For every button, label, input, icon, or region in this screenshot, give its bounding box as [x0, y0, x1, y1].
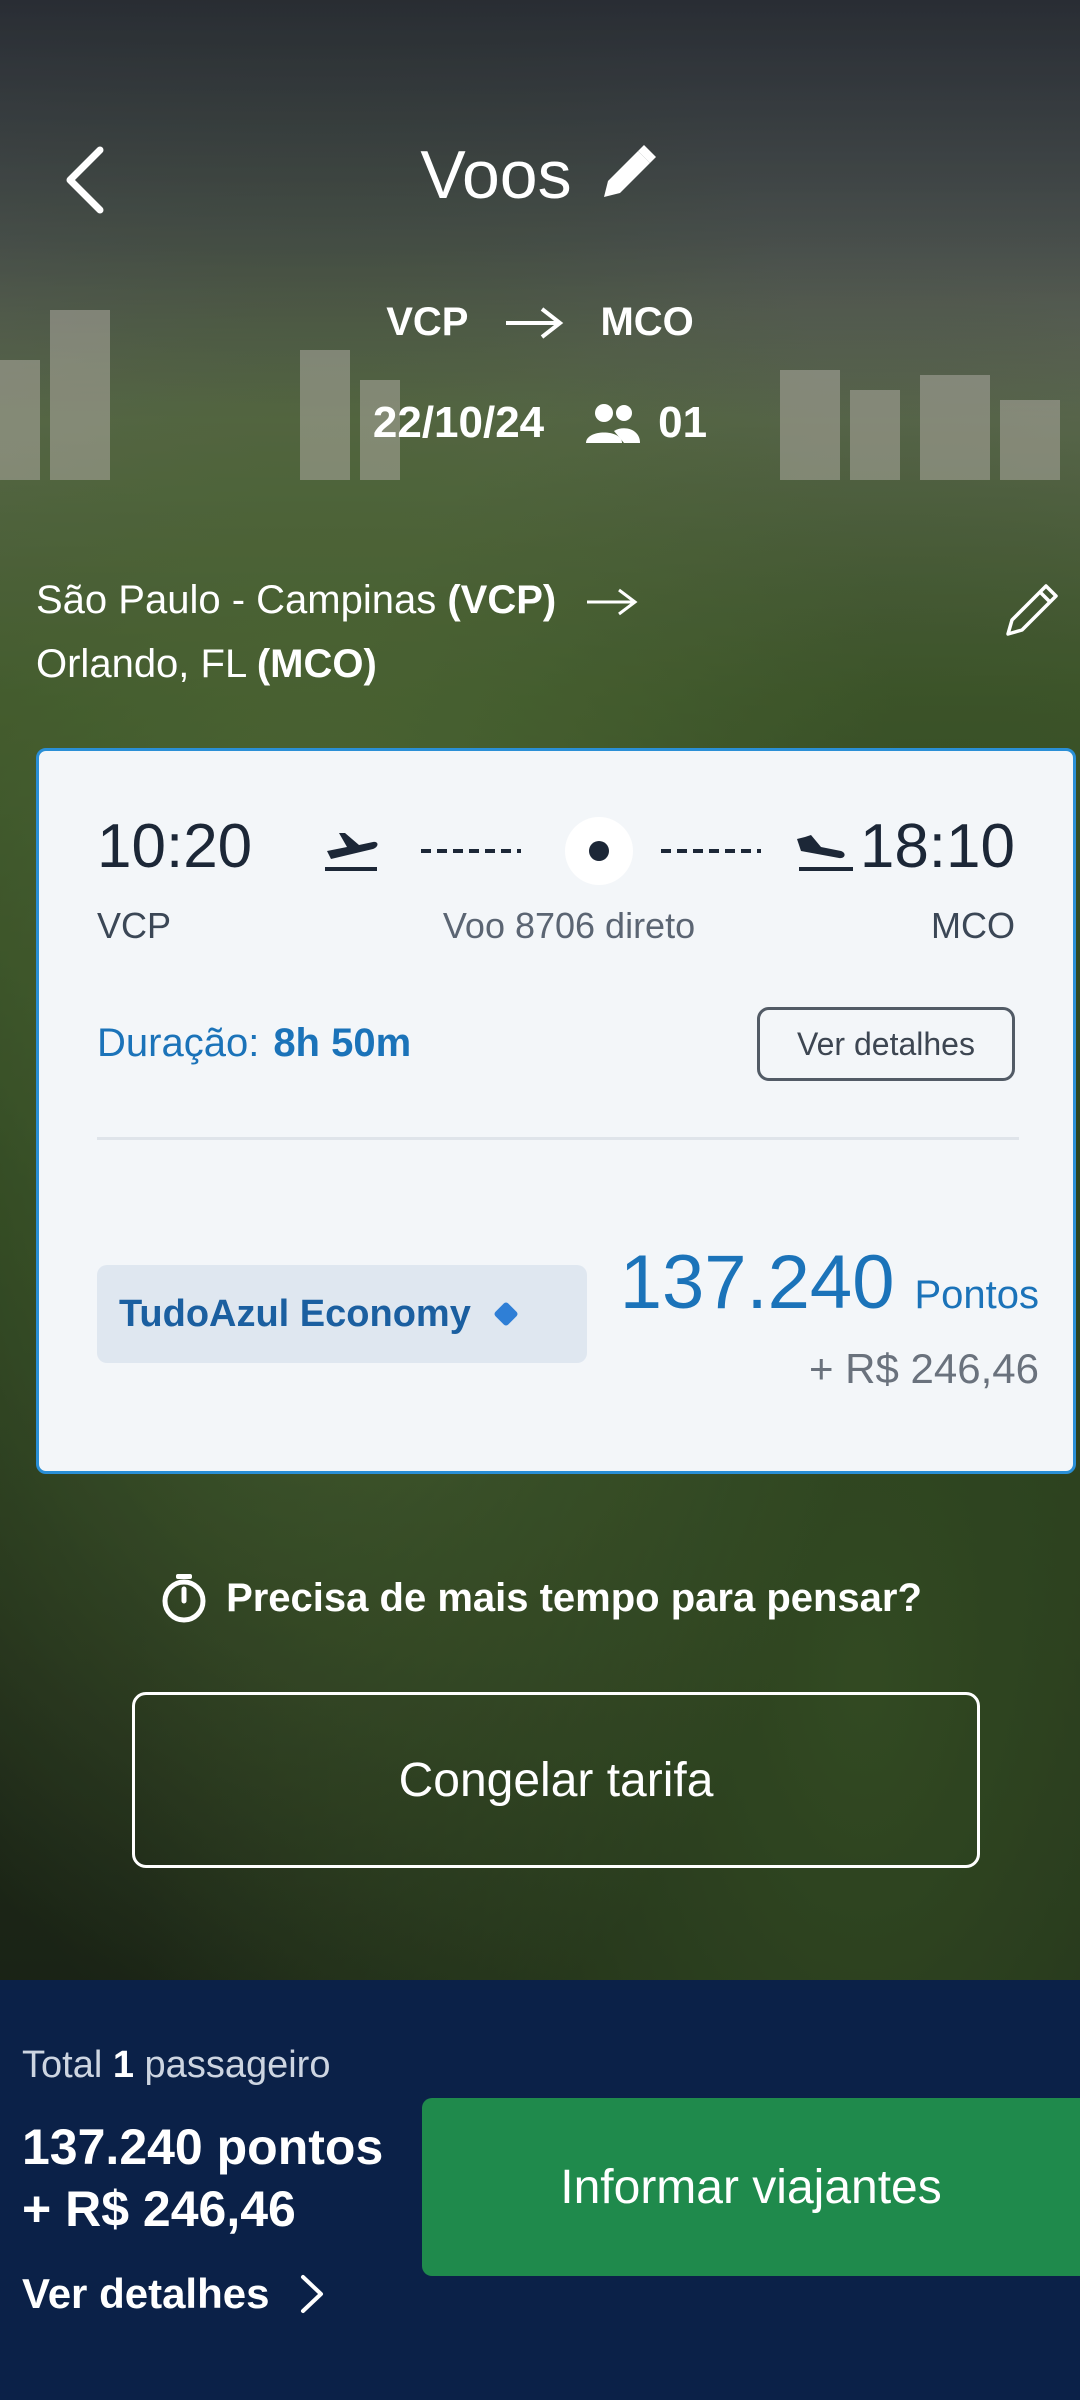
inform-travelers-button[interactable]: Informar viajantes	[422, 2098, 1080, 2276]
destination-city-code: (MCO)	[256, 642, 377, 686]
fare-name: TudoAzul Economy	[119, 1292, 471, 1335]
arrival-time: 18:10	[859, 812, 1015, 881]
flight-path	[325, 817, 853, 885]
origin-city: São Paulo - Campinas	[36, 578, 437, 622]
page-title: Voos	[420, 137, 572, 213]
page-header: Voos	[0, 130, 1080, 220]
edit-route-button[interactable]	[1002, 578, 1064, 640]
points-value: 137.240	[619, 1240, 895, 1325]
duration-value: 8h 50m	[273, 1021, 412, 1065]
arrow-right-icon	[587, 589, 638, 616]
diamond-icon	[494, 1302, 518, 1326]
cash-addon: + R$ 246,46	[808, 1345, 1039, 1392]
total-cash: + R$ 246,46	[22, 2181, 296, 2237]
freeze-fare-button[interactable]: Congelar tarifa	[132, 1692, 980, 1868]
total-suffix: passageiro	[144, 2044, 331, 2086]
route-codes: VCP MCO	[0, 300, 1080, 345]
view-details-label: Ver detalhes	[22, 2270, 270, 2317]
view-details-link[interactable]: Ver detalhes	[22, 2270, 325, 2318]
origin-code: VCP	[386, 300, 469, 344]
stopwatch-icon	[162, 1574, 206, 1623]
duration-label: Duração:	[97, 1021, 260, 1065]
checkout-bar: Total 1 passageiro 137.240 pontos + R$ 2…	[0, 1980, 1080, 2400]
destination-code: MCO	[600, 300, 694, 344]
divider	[97, 1137, 1019, 1140]
total-points: 137.240 pontos	[22, 2119, 384, 2175]
passenger-count: 01	[584, 398, 707, 448]
travel-date: 22/10/24	[372, 398, 545, 447]
arrow-right-icon	[506, 306, 564, 339]
duration: Duração: 8h 50m	[97, 1021, 411, 1066]
flight-number: Voo 8706 direto	[442, 905, 696, 946]
total-passengers: Total 1 passageiro	[22, 2044, 330, 2087]
freeze-prompt: Precisa de mais tempo para pensar?	[0, 1572, 1080, 1624]
takeoff-icon	[325, 833, 378, 871]
freeze-question: Precisa de mais tempo para pensar?	[226, 1575, 922, 1620]
passenger-count-value: 01	[658, 398, 708, 447]
points-unit: Pontos	[914, 1273, 1039, 1317]
departure-time: 10:20	[97, 812, 253, 881]
origin-city-code: (VCP)	[447, 578, 557, 622]
points-price: 137.240 Pontos	[620, 1239, 1039, 1326]
destination-city: Orlando, FL	[36, 642, 246, 686]
total-prefix: Total	[22, 2044, 103, 2086]
arrival-code: MCO	[931, 905, 1015, 946]
flight-card[interactable]: 10:20 18:10 VCP Voo 8706 direto MCO Dura…	[36, 748, 1076, 1474]
route-description: São Paulo - Campinas (VCP) Orlando, FL (…	[36, 568, 936, 696]
date-passengers: 22/10/24 01	[0, 398, 1080, 448]
pencil-icon	[603, 144, 656, 197]
edit-search-button[interactable]	[596, 141, 660, 210]
chevron-right-icon	[301, 2275, 324, 2313]
people-icon	[586, 404, 641, 443]
view-details-button[interactable]: Ver detalhes	[757, 1007, 1015, 1081]
fare-badge: TudoAzul Economy	[97, 1265, 587, 1363]
landing-icon	[797, 835, 853, 871]
pencil-icon	[1006, 584, 1058, 636]
total-count: 1	[112, 2044, 134, 2086]
